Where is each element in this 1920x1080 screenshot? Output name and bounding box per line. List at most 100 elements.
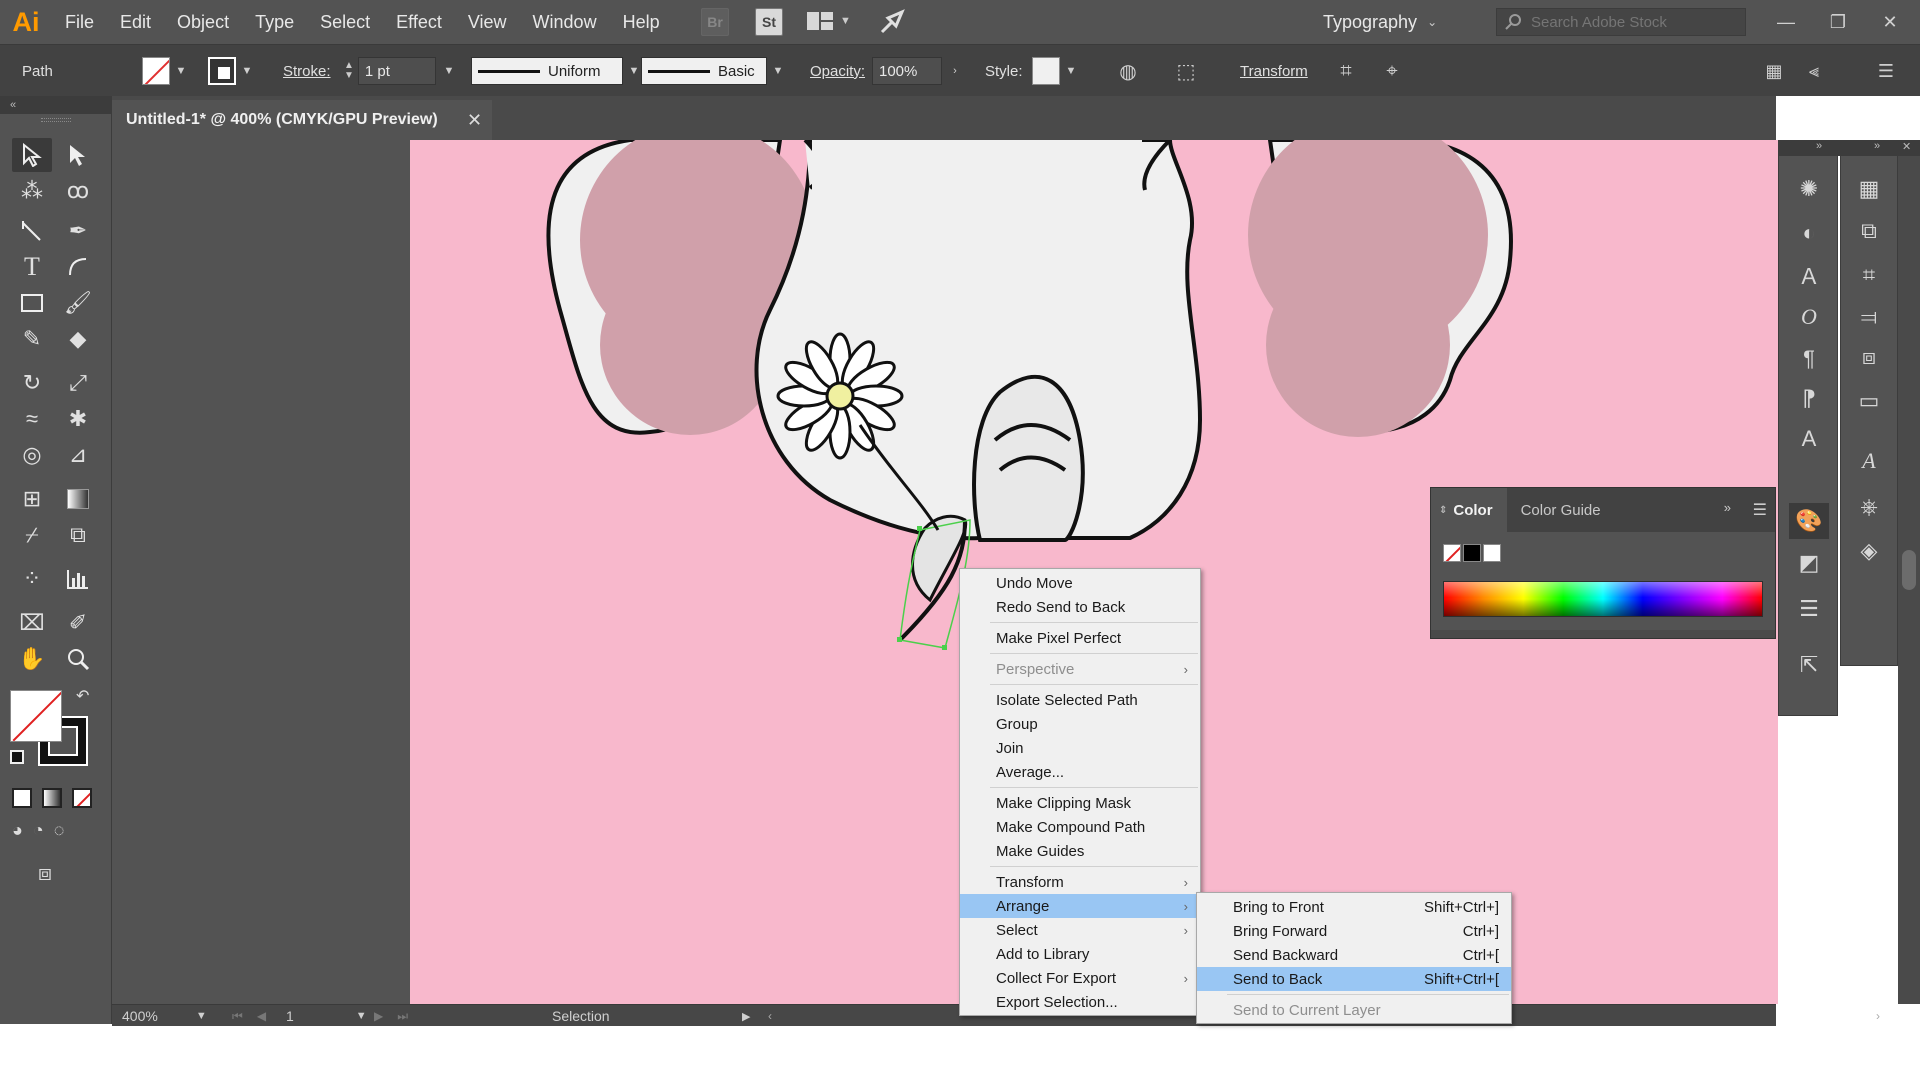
zoom-value[interactable]: 400% [122, 1008, 158, 1024]
eyedropper-icon[interactable]: ⌿ [12, 518, 52, 552]
symbol-sprayer-icon[interactable]: ⁘ [12, 562, 52, 596]
line-segment-icon[interactable] [12, 214, 52, 248]
menu-item-transform[interactable]: Transform › [960, 870, 1200, 894]
fill-control[interactable]: ▼ [142, 45, 190, 97]
close-icon[interactable]: ✕ [1902, 140, 1911, 153]
paragraph-icon[interactable]: ¶ [1789, 341, 1829, 377]
stroke-panel-icon[interactable]: ☰ [1789, 591, 1829, 627]
gradient-icon[interactable] [58, 482, 98, 516]
variable-width-field[interactable]: Uniform [471, 57, 623, 85]
transform-panel-icon[interactable]: ⌗ [1849, 257, 1889, 293]
artboard-number-control[interactable]: 1 ▼ [286, 1005, 367, 1027]
bridge-button[interactable]: Br [701, 8, 729, 36]
menu-select[interactable]: Select [307, 0, 383, 44]
slice-icon[interactable]: ✐ [58, 606, 98, 640]
character-icon[interactable]: A [1789, 421, 1829, 457]
paintbrush-icon[interactable]: 🖌 [58, 286, 98, 320]
zoom-control[interactable]: 400% ▼ [122, 1005, 207, 1027]
rectangle-icon[interactable] [12, 286, 52, 320]
stroke-control[interactable]: ▼ [208, 45, 256, 97]
glyphs-icon[interactable]: A [1849, 443, 1889, 479]
collapse-panel-icon[interactable]: » [1724, 500, 1731, 515]
menu-item-redo-send-to-back[interactable]: Redo Send to Back [960, 595, 1200, 619]
shape-builder-icon[interactable]: ◎ [12, 438, 52, 472]
menu-item-arrange[interactable]: Arrange › [960, 894, 1200, 918]
mesh-icon[interactable]: ⊞ [12, 482, 52, 516]
minimize-button[interactable]: — [1760, 12, 1812, 33]
chevron-right-icon[interactable]: › [946, 57, 964, 85]
menu-item-isolate-selected-path[interactable]: Isolate Selected Path [960, 688, 1200, 712]
close-window-button[interactable]: ✕ [1864, 12, 1916, 33]
chevron-down-icon[interactable]: ▼ [1062, 57, 1080, 85]
color-guide-icon[interactable]: ◩ [1789, 545, 1829, 581]
stock-button[interactable]: St [755, 8, 783, 36]
fill-proxy[interactable] [10, 690, 62, 742]
menu-file[interactable]: File [52, 0, 107, 44]
color-mode-icon[interactable] [12, 788, 32, 808]
opacity-control[interactable]: 100% › [872, 45, 964, 97]
menu-item-add-to-library[interactable]: Add to Library [960, 942, 1200, 966]
menu-item-undo-move[interactable]: Undo Move [960, 571, 1200, 595]
gpu-performance-icon[interactable] [878, 8, 906, 40]
selection-tool-icon[interactable] [12, 138, 52, 172]
scroll-right-icon[interactable]: › [1876, 1005, 1880, 1027]
opacity-label[interactable]: Opacity: [810, 45, 865, 97]
fill-swatch[interactable] [142, 57, 170, 85]
menu-object[interactable]: Object [164, 0, 242, 44]
stepper-icon[interactable]: ▲ ▼ [344, 61, 354, 81]
blend-icon[interactable]: ⧉ [58, 518, 98, 552]
lasso-icon[interactable]: ꝏ [58, 174, 98, 208]
draw-behind-icon[interactable]: ◔ [33, 820, 44, 841]
gradient-panel-icon[interactable]: ▭ [1849, 383, 1889, 419]
none-swatch[interactable] [1443, 544, 1461, 562]
graphic-styles-icon[interactable]: ◐ [1789, 215, 1829, 251]
default-fill-stroke-icon[interactable] [10, 750, 24, 764]
previous-artboard-icon[interactable]: ◀ [257, 1009, 266, 1023]
vertical-scrollbar[interactable] [1898, 140, 1920, 1004]
draw-normal-icon[interactable]: ◕ [12, 820, 23, 841]
first-artboard-icon[interactable]: ⏮ [232, 1009, 243, 1024]
status-menu-icon[interactable]: ▶ [742, 1005, 750, 1027]
export-icon[interactable]: ⇱ [1789, 647, 1829, 683]
paragraph-styles-icon[interactable]: ⁋ [1789, 381, 1829, 417]
type-icon[interactable]: T [12, 250, 52, 284]
menu-type[interactable]: Type [242, 0, 307, 44]
menu-item-make-compound-path[interactable]: Make Compound Path [960, 815, 1200, 839]
panel-resize-grip[interactable] [1431, 630, 1775, 638]
artboard-icon[interactable]: ⌧ [12, 606, 52, 640]
close-icon[interactable]: ✕ [467, 110, 482, 131]
color-spectrum[interactable] [1443, 581, 1763, 617]
chevron-down-icon[interactable]: ▼ [356, 1010, 367, 1022]
zoom-icon[interactable] [58, 642, 98, 676]
menu-item-group[interactable]: Group [960, 712, 1200, 736]
variable-width-control[interactable]: Uniform ▼ [471, 45, 643, 97]
opentype-icon[interactable]: O [1789, 299, 1829, 335]
collapse-dock-icon[interactable]: » [1874, 140, 1880, 152]
collapse-panel-icon[interactable]: « [0, 96, 111, 114]
stroke-weight-field[interactable]: 1 pt [357, 57, 436, 85]
pathfinder-icon[interactable]: ⧉ [1849, 213, 1889, 249]
draw-inside-icon[interactable]: ◌ [54, 820, 65, 841]
menu-effect[interactable]: Effect [383, 0, 455, 44]
control-bar-menu-icon[interactable]: ☰ [1872, 57, 1900, 85]
magic-wand-icon[interactable]: ⁂ [12, 174, 52, 208]
arrange-documents-button[interactable]: ▼ [806, 10, 851, 32]
chevron-down-icon[interactable]: ▼ [238, 57, 256, 85]
collapse-dock-icon[interactable]: » [1816, 140, 1822, 152]
chevron-down-icon[interactable]: ▼ [769, 57, 787, 85]
menu-item-average[interactable]: Average... [960, 760, 1200, 784]
brush-field[interactable]: Basic [641, 57, 767, 85]
panel-menu-icon[interactable]: ☰ [1753, 500, 1767, 520]
stroke-weight-control[interactable]: ▲ ▼ 1 pt ▼ [344, 45, 458, 97]
character-styles-icon[interactable]: Ａ [1789, 257, 1829, 293]
width-icon[interactable]: ≈ [12, 402, 52, 436]
menu-item-collect-for-export[interactable]: Collect For Export › [960, 966, 1200, 990]
fill-stroke-proxy[interactable]: ↶ [10, 688, 94, 770]
brush-control[interactable]: Basic ▼ [641, 45, 787, 97]
menu-item-export-selection[interactable]: Export Selection... [960, 990, 1200, 1014]
white-swatch[interactable] [1483, 544, 1501, 562]
scale-icon[interactable]: ⤢ [58, 366, 98, 400]
menu-item-bring-to-front[interactable]: Bring to Front Shift+Ctrl+] [1197, 895, 1511, 919]
screen-mode-icon[interactable]: ⧈ [38, 860, 52, 886]
menu-help[interactable]: Help [610, 0, 673, 44]
